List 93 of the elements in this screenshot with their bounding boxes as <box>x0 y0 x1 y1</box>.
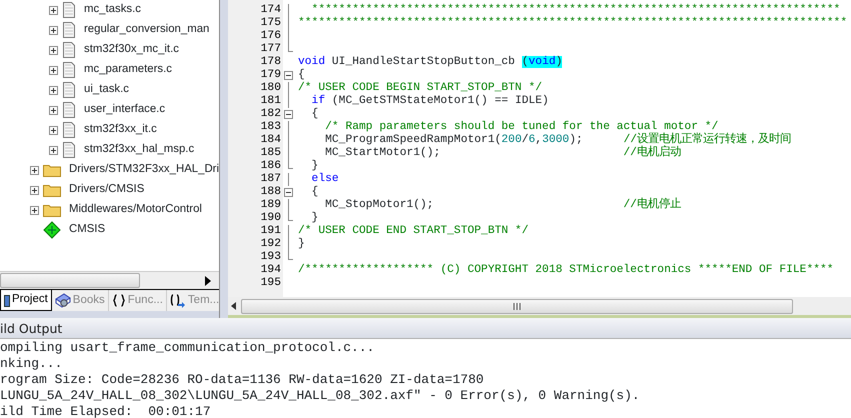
fold-toggle[interactable] <box>284 71 293 80</box>
code-line: } <box>310 160 318 172</box>
line-number: 177 <box>260 43 281 56</box>
file-item[interactable]: stm32f3xx_hal_msp.c <box>84 141 194 159</box>
folder-item[interactable]: Drivers/STM32F3xx_HAL_Dri <box>69 161 219 179</box>
code-line: /******************* (C) COPYRIGHT 2018 STMicroelectronics *****END OF FILE**** <box>297 264 834 277</box>
fold-guide <box>288 173 289 186</box>
scroll-left-icon[interactable] <box>231 302 237 310</box>
line-number: 195 <box>260 277 281 290</box>
code-line: MC_StartMotor1(); //电机启动 <box>324 147 681 160</box>
expand-toggle[interactable] <box>49 46 58 54</box>
expand-toggle[interactable] <box>49 146 58 154</box>
folder-item[interactable]: Middlewares/MotorControl <box>69 201 202 219</box>
expand-toggle[interactable] <box>30 206 39 214</box>
file-icon <box>62 42 76 58</box>
line-number: 188 <box>260 186 281 199</box>
folder-icon <box>43 163 61 177</box>
scrollbar-thumb[interactable] <box>0 273 140 288</box>
file-item[interactable]: mc_tasks.c <box>84 1 141 19</box>
line-number: 180 <box>260 82 281 95</box>
folder-item[interactable]: Drivers/CMSIS <box>69 181 144 199</box>
code-line: else <box>310 173 339 186</box>
code-line: } <box>310 212 318 225</box>
panel-tab[interactable]: Project <box>0 290 52 311</box>
line-number: 192 <box>260 238 281 251</box>
code-line: MC_StopMotor1(); //电机停止 <box>324 199 681 212</box>
code-line: if (MC_GetSTMStateMotor1() == IDLE) <box>310 95 549 108</box>
line-number: 191 <box>260 225 281 238</box>
grip-icon <box>513 302 521 310</box>
line-number: 193 <box>260 251 281 264</box>
expand-toggle[interactable] <box>49 6 58 14</box>
fold-toggle[interactable] <box>284 188 293 197</box>
output-line: nking... <box>0 356 64 372</box>
fold-toggle[interactable] <box>284 110 293 119</box>
line-number: 179 <box>260 69 281 82</box>
expand-toggle[interactable] <box>30 186 39 194</box>
code-line: ****************************************************************************** <box>310 4 840 16</box>
code-line: { <box>297 69 305 82</box>
line-number: 181 <box>260 95 281 108</box>
line-number: 178 <box>260 56 281 69</box>
line-number: 189 <box>260 199 281 212</box>
file-icon <box>62 142 76 158</box>
output-line: LUNGU_5A_24V_HALL_08_302\LUNGU_5A_24V_HALL_08_302.axf" - 0 Error(s), 0 Warning(s). <box>0 388 641 404</box>
file-icon <box>62 22 76 38</box>
file-item[interactable]: user_interface.c <box>84 101 166 119</box>
expand-toggle[interactable] <box>49 126 58 134</box>
template-icon <box>170 294 186 308</box>
line-number: 185 <box>260 147 281 160</box>
code-line: { <box>310 186 318 199</box>
line-number: 183 <box>260 121 281 134</box>
expand-toggle[interactable] <box>49 66 58 74</box>
expand-toggle[interactable] <box>30 166 39 174</box>
line-number: 190 <box>260 212 281 225</box>
line-number: 186 <box>260 160 281 173</box>
folder-icon <box>43 203 61 217</box>
panel-title: ild Output <box>0 321 62 336</box>
line-number: 184 <box>260 134 281 147</box>
expand-toggle[interactable] <box>49 26 58 34</box>
file-icon <box>62 82 76 98</box>
project-icon <box>4 294 10 306</box>
file-item[interactable]: stm32f30x_mc_it.c <box>84 41 179 59</box>
code-line: void UI_HandleStartStopButton_cb (void) <box>297 56 562 68</box>
file-item[interactable]: stm32f3xx_it.c <box>84 121 157 139</box>
folder-icon <box>43 183 61 197</box>
file-icon <box>62 102 76 118</box>
file-item[interactable]: regular_conversion_man <box>84 21 210 39</box>
component-icon <box>43 221 61 239</box>
output-line: ompiling usart_frame_communication_protocol.c... <box>0 340 376 356</box>
file-item[interactable]: ui_task.c <box>84 81 129 99</box>
output-line: rogram Size: Code=28236 RO-data=1136 RW-data=1620 ZI-data=1780 <box>0 372 485 388</box>
line-number: 176 <box>260 30 281 43</box>
line-number: 187 <box>260 173 281 186</box>
line-number: 174 <box>260 4 281 17</box>
code-line: /* USER CODE BEGIN START_STOP_BTN */ <box>297 82 542 94</box>
file-icon <box>62 62 76 78</box>
component-item[interactable]: CMSIS <box>69 221 106 239</box>
code-line: ********************************************************************************* <box>297 17 848 30</box>
line-number: 182 <box>260 108 281 121</box>
line-number: 194 <box>260 264 281 277</box>
expand-toggle[interactable] <box>49 86 58 94</box>
code-line: /* USER CODE END START_STOP_BTN */ <box>297 225 528 238</box>
scrollbar-thumb[interactable] <box>241 298 793 314</box>
output-line: ild Time Elapsed: 00:01:17 <box>0 404 212 418</box>
file-item[interactable]: mc_parameters.c <box>84 61 172 79</box>
code-line: { <box>310 108 318 121</box>
expand-toggle[interactable] <box>49 106 58 114</box>
book-icon <box>54 293 71 308</box>
braces-icon <box>112 294 126 307</box>
code-line: MC_ProgramSpeedRampMotor1(200/6,3000); //设置电机正常运行转速，及时间 <box>324 134 791 146</box>
code-line: } <box>297 238 305 251</box>
code-line: /* Ramp parameters should be tuned for the actual motor */ <box>324 121 718 133</box>
line-number: 175 <box>260 17 281 30</box>
file-icon <box>62 122 76 138</box>
